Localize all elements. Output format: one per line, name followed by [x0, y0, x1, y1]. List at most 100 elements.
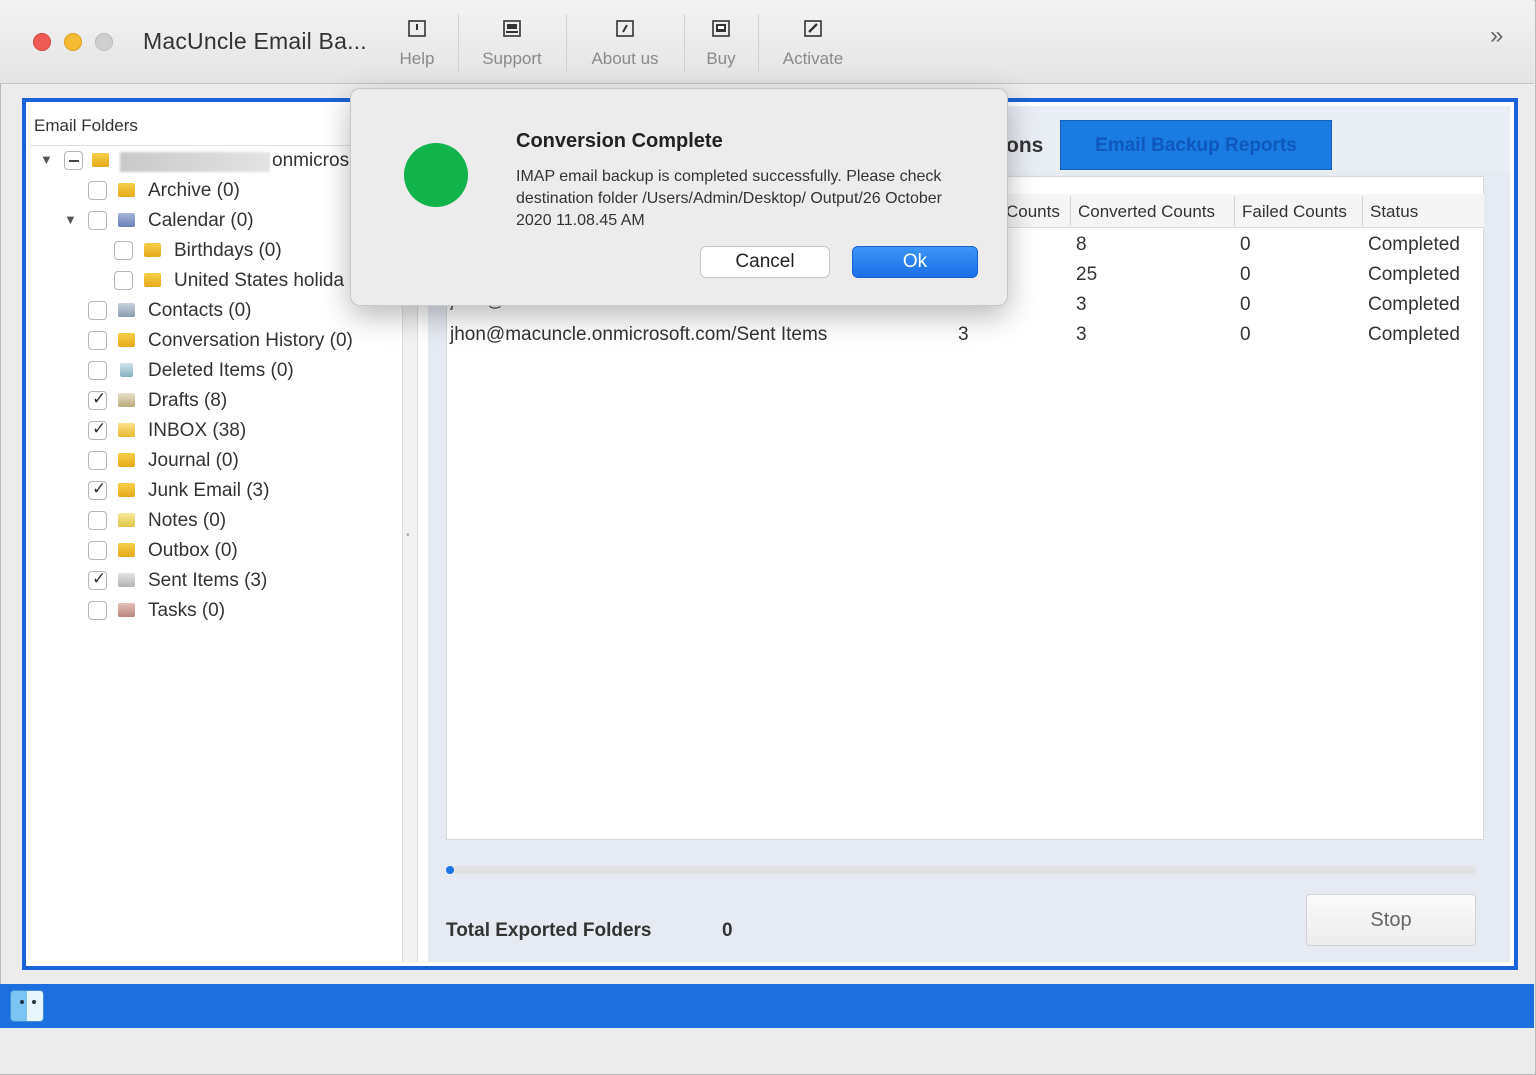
- toolbar-overflow-icon[interactable]: »: [1490, 22, 1503, 50]
- tree-item-journal[interactable]: Journal (0): [88, 450, 402, 474]
- dialog-message: IMAP email backup is completed successfu…: [516, 168, 942, 229]
- tasks-icon: [118, 603, 135, 617]
- trash-icon: [120, 363, 133, 377]
- stop-button[interactable]: Stop: [1306, 894, 1476, 946]
- tree-item-sent-items[interactable]: Sent Items (3): [88, 569, 402, 594]
- sent-icon: [118, 573, 135, 587]
- folder-icon: [118, 453, 135, 467]
- folder-checkbox[interactable]: [88, 211, 107, 230]
- table-cell: 0: [1240, 324, 1251, 345]
- folder-checkbox[interactable]: [114, 241, 133, 260]
- folder-icon: [144, 243, 161, 257]
- folder-icon: [118, 483, 135, 497]
- toolbar-separator: [684, 14, 685, 72]
- folder-icon: [92, 153, 109, 167]
- splitter-grip-icon: •: [406, 530, 410, 541]
- table-cell: 3: [958, 324, 969, 345]
- account-name-label: onmicros: [272, 150, 350, 171]
- folder-tree-header: Email Folders: [30, 106, 402, 146]
- column-separator: [1234, 196, 1235, 226]
- disclosure-triangle-icon[interactable]: ▼: [40, 152, 53, 167]
- folder-checkbox[interactable]: [88, 181, 107, 200]
- redacted-account-name: [120, 152, 270, 172]
- table-row: jhon@macuncle.onmicrosoft.com/Sent Items: [450, 324, 828, 345]
- bottom-area: [0, 1028, 1534, 1074]
- key-icon: [804, 20, 822, 37]
- folder-checkbox[interactable]: [88, 361, 107, 380]
- column-separator: [1362, 196, 1363, 226]
- folder-icon: [144, 273, 161, 287]
- table-row: 3: [1076, 294, 1087, 315]
- buy-button[interactable]: Buy: [702, 20, 740, 69]
- tree-item-notes[interactable]: Notes (0): [88, 510, 402, 534]
- total-exported-value: 0: [722, 920, 733, 941]
- toolbar-separator: [758, 14, 759, 72]
- folder-checkbox[interactable]: [88, 301, 107, 320]
- folder-checkbox[interactable]: [114, 271, 133, 290]
- folder-checkbox[interactable]: [88, 451, 107, 470]
- progress-bar: [446, 866, 1476, 874]
- table-cell: Completed: [1368, 234, 1460, 255]
- column-header-status[interactable]: Status: [1370, 202, 1418, 222]
- tree-item-outbox[interactable]: Outbox (0): [88, 540, 402, 564]
- folder-checkbox[interactable]: [88, 479, 107, 500]
- inbox-icon: [118, 423, 135, 437]
- support-button[interactable]: Support: [478, 20, 546, 69]
- notes-icon: [118, 513, 135, 527]
- finder-icon[interactable]: [10, 990, 44, 1022]
- folder-checkbox[interactable]: [88, 601, 107, 620]
- disclosure-triangle-icon[interactable]: ▼: [64, 212, 77, 227]
- close-window-button[interactable]: [33, 33, 51, 51]
- folder-tree-pane: [30, 106, 402, 962]
- contacts-icon: [118, 303, 135, 317]
- about-us-button[interactable]: About us: [588, 20, 662, 69]
- tree-item-tasks[interactable]: Tasks (0): [88, 600, 402, 624]
- cart-icon: [712, 20, 730, 37]
- info-icon: [616, 20, 634, 37]
- tree-item-deleted-items[interactable]: Deleted Items (0): [88, 360, 402, 384]
- toolbar-separator: [458, 14, 459, 72]
- folder-checkbox[interactable]: [64, 151, 83, 170]
- tree-item-us-holidays[interactable]: United States holida: [114, 270, 350, 294]
- tab-email-backup-reports[interactable]: Email Backup Reports: [1060, 120, 1332, 170]
- table-cell: 3: [1076, 324, 1087, 345]
- column-separator: [1070, 196, 1071, 226]
- column-header-converted-counts[interactable]: Converted Counts: [1078, 202, 1215, 222]
- ok-button[interactable]: Ok: [852, 246, 978, 278]
- column-header-failed-counts[interactable]: Failed Counts: [1242, 202, 1347, 222]
- table-cell: 0: [1240, 264, 1251, 285]
- support-icon: [503, 20, 521, 37]
- progress-indicator: [446, 866, 454, 874]
- folder-checkbox[interactable]: [88, 419, 107, 440]
- folder-checkbox[interactable]: [88, 541, 107, 560]
- table-cell: Completed: [1368, 294, 1460, 315]
- tab-options[interactable]: ons: [1006, 134, 1043, 158]
- tree-item-inbox[interactable]: INBOX (38): [88, 419, 402, 444]
- tree-item-conversation-history[interactable]: Conversation History (0): [88, 330, 402, 354]
- column-header-counts[interactable]: Counts: [1006, 202, 1060, 222]
- help-button[interactable]: Help: [396, 20, 438, 69]
- tree-item-junk-email[interactable]: Junk Email (3): [88, 479, 402, 504]
- dock-bar: [0, 984, 1534, 1028]
- folder-icon: [118, 543, 135, 557]
- toolbar-separator: [566, 14, 567, 72]
- drafts-icon: [118, 393, 135, 407]
- folder-icon: [118, 333, 135, 347]
- folder-checkbox[interactable]: [88, 569, 107, 590]
- folder-checkbox[interactable]: [88, 511, 107, 530]
- total-exported-label: Total Exported Folders: [446, 920, 652, 941]
- table-row: 25: [1076, 264, 1098, 285]
- folder-checkbox[interactable]: [88, 389, 107, 410]
- folder-checkbox[interactable]: [88, 331, 107, 350]
- folder-icon: [118, 183, 135, 197]
- table-cell: 0: [1240, 234, 1251, 255]
- tree-item-drafts[interactable]: Drafts (8): [88, 389, 402, 414]
- zoom-window-button[interactable]: [95, 33, 113, 51]
- table-cell: Completed: [1368, 264, 1460, 285]
- window-title: MacUncle Email Ba...: [143, 28, 367, 54]
- minimize-window-button[interactable]: [64, 33, 82, 51]
- table-cell: Completed: [1368, 324, 1460, 345]
- activate-button[interactable]: Activate: [778, 20, 848, 69]
- calendar-icon: [118, 213, 135, 227]
- cancel-button[interactable]: Cancel: [700, 246, 830, 278]
